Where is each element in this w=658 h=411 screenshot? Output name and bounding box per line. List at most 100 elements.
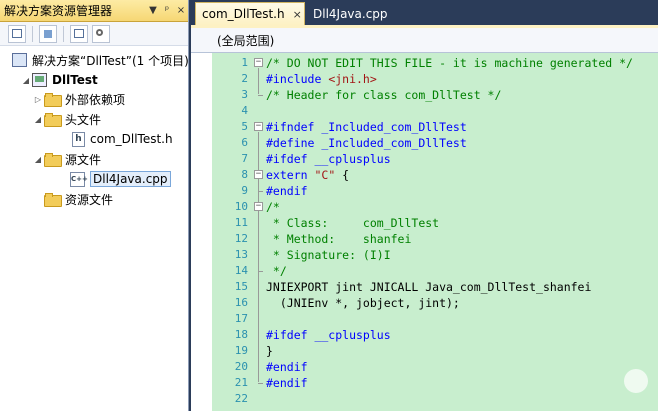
outline-guide bbox=[258, 180, 259, 190]
tree-item-header-file[interactable]: h com_DllTest.h bbox=[72, 129, 173, 149]
outline-guide bbox=[258, 68, 259, 94]
close-icon[interactable]: × bbox=[174, 5, 188, 16]
tree-item-source-file[interactable]: C++ Dll4Java.cpp bbox=[70, 169, 171, 189]
properties-icon bbox=[12, 28, 22, 38]
dropdown-icon[interactable]: ▼ bbox=[146, 5, 160, 16]
line-number: 19 bbox=[234, 344, 248, 357]
outline-guide bbox=[258, 212, 259, 270]
line-number: 6 bbox=[241, 136, 248, 149]
collapse-region-icon[interactable]: − bbox=[254, 58, 263, 67]
pin-icon[interactable]: ᵖ bbox=[160, 5, 174, 16]
tab-label: com_DllTest.h bbox=[202, 7, 285, 21]
line-number: 10 bbox=[234, 200, 248, 213]
code-line[interactable]: #ifndef _Included_com_DllTest bbox=[266, 119, 467, 135]
close-icon[interactable]: × bbox=[293, 8, 302, 21]
tree-item-label: com_DllTest.h bbox=[90, 132, 173, 146]
line-number: 8 bbox=[241, 168, 248, 181]
paw-icon bbox=[624, 369, 648, 393]
toolbar-separator bbox=[32, 25, 33, 42]
code-line[interactable]: */ bbox=[266, 263, 287, 279]
tree-item-sources[interactable]: ◢ 源文件 bbox=[32, 149, 101, 169]
tree-item-label: 外部依赖项 bbox=[65, 92, 126, 107]
outline-end-tick bbox=[258, 383, 263, 384]
line-number: 3 bbox=[241, 88, 248, 101]
tab-com-dlltest-h[interactable]: com_DllTest.h × bbox=[195, 2, 305, 25]
code-line[interactable]: extern "C" { bbox=[266, 167, 349, 183]
code-line[interactable]: JNIEXPORT jint JNICALL Java_com_DllTest_… bbox=[266, 279, 591, 295]
code-line[interactable]: /* DO NOT EDIT THIS FILE - it is machine… bbox=[266, 55, 633, 71]
line-number: 22 bbox=[234, 392, 248, 405]
line-number: 9 bbox=[241, 184, 248, 197]
code-line[interactable]: (JNIEnv *, jobject, jint); bbox=[266, 295, 460, 311]
line-number: 15 bbox=[234, 280, 248, 293]
folder-icon bbox=[44, 93, 62, 107]
tree-item-label: 解决方案“DllTest”(1 个项目) bbox=[32, 53, 188, 68]
code-line[interactable]: #ifdef __cplusplus bbox=[266, 327, 391, 343]
tree-item-label: 资源文件 bbox=[65, 192, 114, 207]
view-class-diagram-button[interactable] bbox=[70, 24, 88, 43]
code-line[interactable]: #define _Included_com_DllTest bbox=[266, 135, 467, 151]
solution-tree: 解决方案“DllTest”(1 个项目) ◢ DllTest ▷ 外部依赖项 ◢… bbox=[0, 46, 188, 411]
code-line[interactable]: * Method: shanfei bbox=[266, 231, 411, 247]
code-area[interactable]: 1 2 3 4 5 6 7 8 9 10 11 12 13 14 15 16 17 18 19 20 21 22 − − − −… bbox=[191, 53, 658, 411]
class-diagram-icon bbox=[74, 28, 84, 38]
properties-button[interactable] bbox=[8, 24, 26, 43]
scope-label: (全局范围) bbox=[217, 33, 275, 48]
tree-item-label: 头文件 bbox=[65, 112, 102, 127]
line-number: 20 bbox=[234, 360, 248, 373]
tree-item-headers[interactable]: ◢ 头文件 bbox=[32, 109, 101, 129]
line-numbers: 1 2 3 4 5 6 7 8 9 10 11 12 13 14 15 16 17 18 19 20 21 22 bbox=[212, 53, 248, 411]
search-icon bbox=[96, 28, 103, 36]
code-line[interactable]: /* Header for class com_DllTest */ bbox=[266, 87, 501, 103]
tab-dll4java-cpp[interactable]: Dll4Java.cpp bbox=[313, 4, 388, 24]
collapse-arrow-icon[interactable]: ◢ bbox=[20, 76, 32, 85]
tree-item-solution[interactable]: 解决方案“DllTest”(1 个项目) bbox=[12, 50, 188, 70]
code-line[interactable]: #endif bbox=[266, 375, 308, 391]
code-line[interactable]: * Class: com_DllTest bbox=[266, 215, 439, 231]
folder-icon bbox=[44, 113, 62, 127]
outlining-margin: − − − − bbox=[253, 53, 263, 411]
code-line[interactable]: } bbox=[266, 343, 273, 359]
code-line[interactable]: * Signature: (I)I bbox=[266, 247, 391, 263]
selection-margin[interactable] bbox=[191, 53, 212, 411]
tree-item-resources[interactable]: 资源文件 bbox=[44, 189, 113, 209]
solution-explorer-toolbar bbox=[0, 22, 188, 46]
folder-icon bbox=[44, 193, 62, 207]
cpp-file-icon: C++ bbox=[70, 171, 88, 187]
tree-item-label: Dll4Java.cpp bbox=[90, 171, 171, 187]
code-line[interactable]: /* bbox=[266, 199, 280, 215]
collapse-region-icon[interactable]: − bbox=[254, 202, 263, 211]
collapse-arrow-icon[interactable]: ◢ bbox=[32, 155, 44, 164]
code-line[interactable]: #ifdef __cplusplus bbox=[266, 151, 391, 167]
code-line[interactable]: #include <jni.h> bbox=[266, 71, 377, 87]
toolbar-separator bbox=[63, 25, 64, 42]
tree-item-label: 源文件 bbox=[65, 152, 102, 167]
tab-label: Dll4Java.cpp bbox=[313, 7, 388, 21]
line-number: 21 bbox=[234, 376, 248, 389]
collapse-region-icon[interactable]: − bbox=[254, 170, 263, 179]
code-editor: (全局范围) 1 2 3 4 5 6 7 8 9 10 11 12 13 14 15 16 17 18 19 20 21… bbox=[191, 25, 658, 411]
search-button[interactable] bbox=[92, 24, 110, 43]
collapse-region-icon[interactable]: − bbox=[254, 122, 263, 131]
outline-end-tick bbox=[258, 95, 263, 96]
scope-dropdown[interactable]: (全局范围) bbox=[191, 28, 658, 53]
collapse-arrow-icon[interactable]: ◢ bbox=[32, 115, 44, 124]
line-number: 16 bbox=[234, 296, 248, 309]
line-number: 7 bbox=[241, 152, 248, 165]
line-number: 18 bbox=[234, 328, 248, 341]
code-line[interactable]: #endif bbox=[266, 359, 308, 375]
line-number: 17 bbox=[234, 312, 248, 325]
show-all-files-button[interactable] bbox=[39, 24, 57, 43]
tree-item-external-deps[interactable]: ▷ 外部依赖项 bbox=[32, 89, 125, 109]
line-number: 4 bbox=[241, 104, 248, 117]
editor-tab-strip: com_DllTest.h × Dll4Java.cpp bbox=[191, 0, 658, 25]
solution-explorer-title: 解决方案资源管理器 bbox=[4, 4, 113, 18]
baidu-watermark-logo bbox=[624, 369, 648, 393]
line-number: 14 bbox=[234, 264, 248, 277]
header-file-icon: h bbox=[72, 131, 85, 147]
tree-item-project[interactable]: ◢ DllTest bbox=[20, 70, 98, 90]
expand-arrow-icon[interactable]: ▷ bbox=[32, 95, 44, 104]
solution-explorer-title-bar: 解决方案资源管理器 ▼ ᵖ × bbox=[0, 0, 188, 22]
folder-icon bbox=[44, 153, 62, 167]
code-line[interactable]: #endif bbox=[266, 183, 308, 199]
